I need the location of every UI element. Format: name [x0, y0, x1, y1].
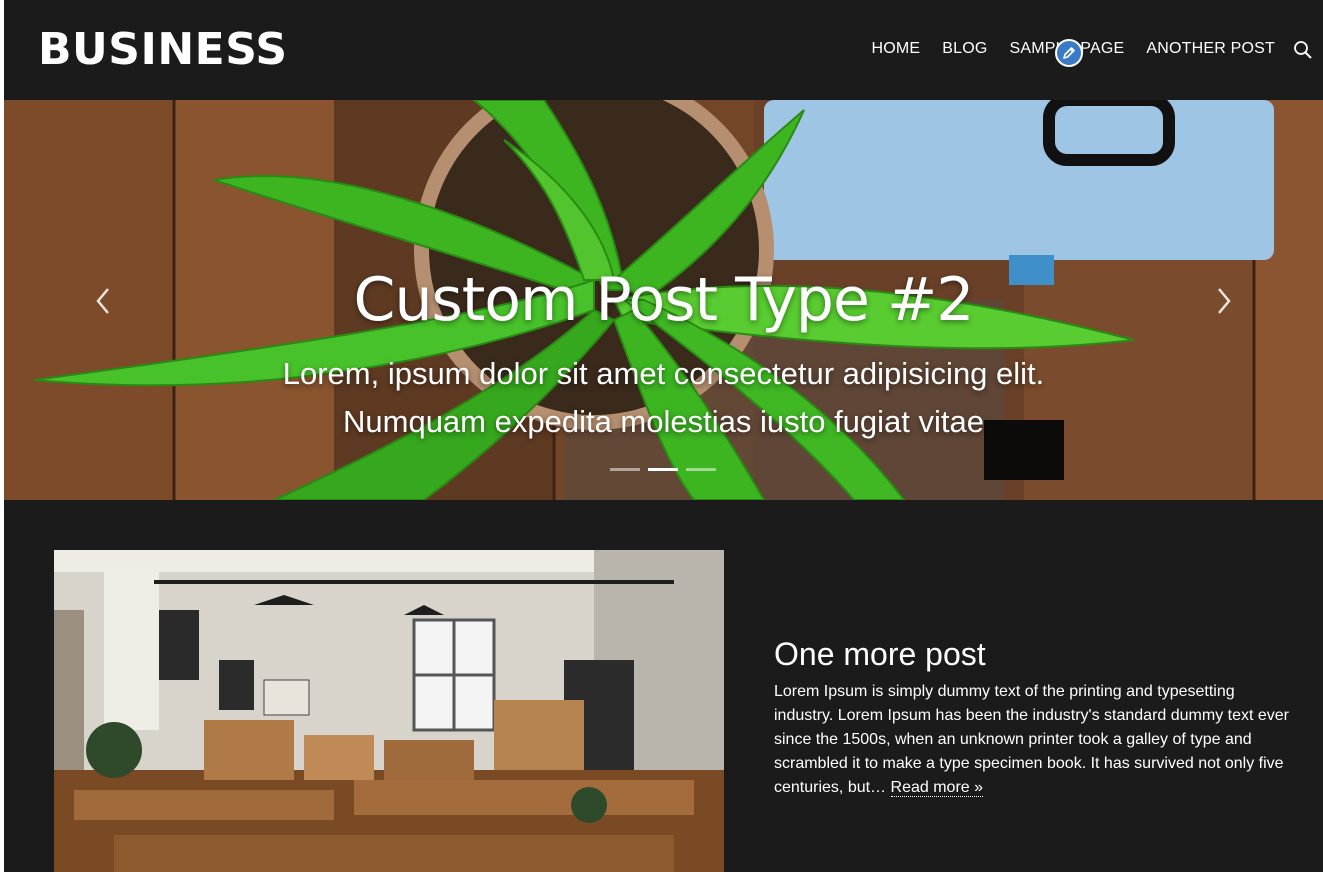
site-logo[interactable]: BUSINESS: [38, 22, 288, 78]
hero-subtitle-line-1: Lorem, ipsum dolor sit amet consectetur …: [282, 356, 1045, 391]
post-excerpt-container: Lorem Ipsum is simply dummy text of the …: [774, 680, 1294, 800]
read-more-link[interactable]: Read more »: [890, 779, 984, 797]
hero-title: Custom Post Type #2: [353, 265, 975, 335]
carousel-indicator-3[interactable]: [686, 468, 716, 471]
carousel-indicator-2[interactable]: [648, 468, 678, 471]
page: BUSINESS HOME BLOG SAMPLE PAGE ANOTHER P…: [4, 0, 1323, 872]
post-excerpt: Lorem Ipsum is simply dummy text of the …: [774, 683, 1289, 796]
hero-subtitle: Lorem, ipsum dolor sit amet consectetur …: [4, 350, 1323, 446]
nav-another-post[interactable]: ANOTHER POST: [1146, 37, 1275, 61]
hero-carousel: Custom Post Type #2 Lorem, ipsum dolor s…: [4, 100, 1323, 500]
post-title[interactable]: One more post: [774, 632, 986, 676]
carousel-indicators: [610, 468, 716, 471]
hero-subtitle-line-2: Numquam expedita molestias iusto fugiat …: [343, 404, 984, 439]
chevron-left-icon[interactable]: [92, 285, 114, 317]
chevron-right-icon[interactable]: [1213, 285, 1235, 317]
edit-shortcut-button[interactable]: [1055, 39, 1083, 67]
pencil-icon: [1063, 47, 1075, 59]
carousel-indicator-1[interactable]: [610, 468, 640, 471]
shop-interior-image: [54, 550, 724, 872]
nav-home[interactable]: HOME: [871, 37, 920, 61]
post-featured-image[interactable]: [54, 550, 724, 872]
nav-blog[interactable]: BLOG: [942, 37, 987, 61]
search-icon[interactable]: [1293, 40, 1313, 60]
site-header: BUSINESS HOME BLOG SAMPLE PAGE ANOTHER P…: [4, 0, 1323, 100]
